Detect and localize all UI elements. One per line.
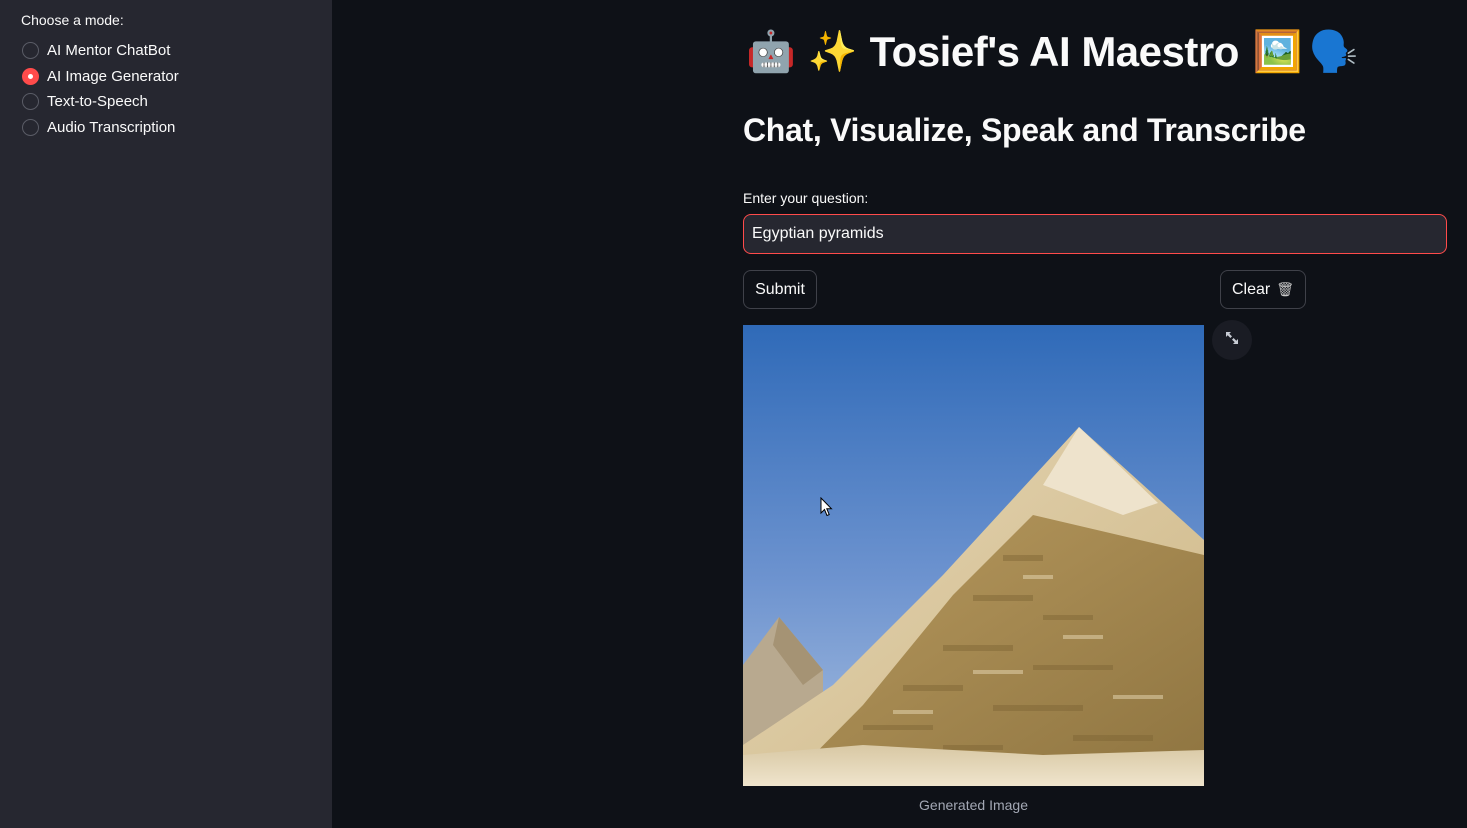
sidebar: Choose a mode: AI Mentor ChatBot AI Imag… — [0, 0, 332, 828]
question-input[interactable] — [743, 214, 1447, 254]
radio-button[interactable] — [22, 119, 39, 137]
radio-button[interactable] — [22, 42, 39, 60]
fullscreen-icon — [1224, 330, 1240, 351]
submit-button[interactable]: Submit — [743, 270, 817, 309]
submit-label: Submit — [755, 280, 805, 298]
radio-label: AI Mentor ChatBot — [47, 42, 171, 60]
trash-icon: 🗑 — [1276, 281, 1294, 297]
image-caption: Generated Image — [919, 797, 1028, 813]
mouse-cursor-icon — [820, 496, 834, 522]
title-text: Tosief's AI Maestro — [869, 28, 1240, 75]
radio-option-text-to-speech[interactable]: Text-to-Speech — [22, 89, 179, 115]
generated-image — [743, 325, 1204, 786]
mode-radio-group: AI Mentor ChatBot AI Image Generator Tex… — [22, 38, 179, 140]
question-label: Enter your question: — [743, 190, 869, 206]
radio-label: AI Image Generator — [47, 67, 179, 85]
robot-icon: 🤖 — [746, 30, 796, 74]
radio-label: Audio Transcription — [47, 119, 176, 137]
radio-option-ai-mentor-chatbot[interactable]: AI Mentor ChatBot — [22, 38, 179, 64]
radio-option-audio-transcription[interactable]: Audio Transcription — [22, 115, 179, 141]
fullscreen-button[interactable] — [1212, 320, 1252, 360]
radio-option-ai-image-generator[interactable]: AI Image Generator — [22, 64, 179, 90]
speaking-head-icon: 🗣️ — [1308, 30, 1359, 74]
main-content: 🤖 ✨ Tosief's AI Maestro 🖼️ 🗣️ Chat, Visu… — [332, 0, 1467, 828]
clear-label: Clear — [1231, 280, 1271, 298]
radio-button[interactable] — [22, 93, 39, 111]
radio-label: Text-to-Speech — [47, 93, 148, 111]
sparkles-icon: ✨ — [807, 30, 858, 74]
mode-label: Choose a mode: — [21, 12, 124, 28]
page-subtitle: Chat, Visualize, Speak and Transcribe — [743, 112, 1306, 148]
page-title: 🤖 ✨ Tosief's AI Maestro 🖼️ 🗣️ — [746, 24, 1371, 80]
clear-button[interactable]: Clear 🗑 — [1220, 270, 1306, 309]
framed-picture-icon: 🖼️ — [1252, 30, 1303, 74]
app-window: Choose a mode: AI Mentor ChatBot AI Imag… — [0, 0, 1467, 828]
radio-button-selected[interactable] — [22, 67, 39, 85]
